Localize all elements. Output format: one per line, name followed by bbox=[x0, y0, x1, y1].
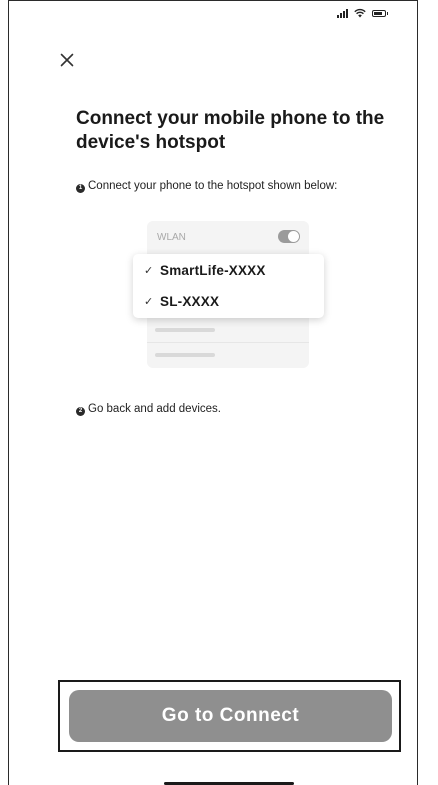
step-number-badge: 1 bbox=[76, 184, 85, 193]
step-text: Connect your phone to the hotspot shown … bbox=[88, 180, 338, 192]
network-item-sl: ✓ SL-XXXX bbox=[144, 290, 219, 312]
step-1-instruction: 1 Connect your phone to the hotspot shown… bbox=[76, 180, 376, 193]
check-icon: ✓ bbox=[144, 295, 154, 308]
wlan-label: WLAN bbox=[157, 232, 186, 243]
close-icon bbox=[60, 53, 74, 67]
network-ssid: SL-XXXX bbox=[160, 293, 220, 309]
wlan-toggle-icon bbox=[278, 230, 300, 243]
close-button[interactable] bbox=[55, 48, 79, 72]
wifi-icon bbox=[354, 8, 366, 18]
battery-icon bbox=[372, 9, 388, 17]
page-title: Connect your mobile phone to the device'… bbox=[76, 108, 385, 153]
network-list-popup: ✓ SmartLife-XXXX ✓ SL-XXXX bbox=[133, 254, 324, 318]
divider bbox=[147, 342, 309, 343]
step-number-badge: 2 bbox=[76, 407, 85, 416]
check-icon: ✓ bbox=[144, 264, 154, 277]
network-item-smartlife: ✓ SmartLife-XXXX bbox=[144, 259, 266, 281]
step-2-instruction: 2 Go back and add devices. bbox=[76, 403, 376, 416]
step-text: Go back and add devices. bbox=[88, 403, 221, 415]
network-ssid: SmartLife-XXXX bbox=[160, 262, 266, 278]
go-to-connect-button[interactable]: Go to Connect bbox=[69, 690, 392, 742]
placeholder-line bbox=[155, 328, 215, 332]
placeholder-line bbox=[155, 353, 215, 357]
cellular-signal-icon bbox=[337, 8, 348, 18]
status-bar bbox=[337, 6, 388, 20]
